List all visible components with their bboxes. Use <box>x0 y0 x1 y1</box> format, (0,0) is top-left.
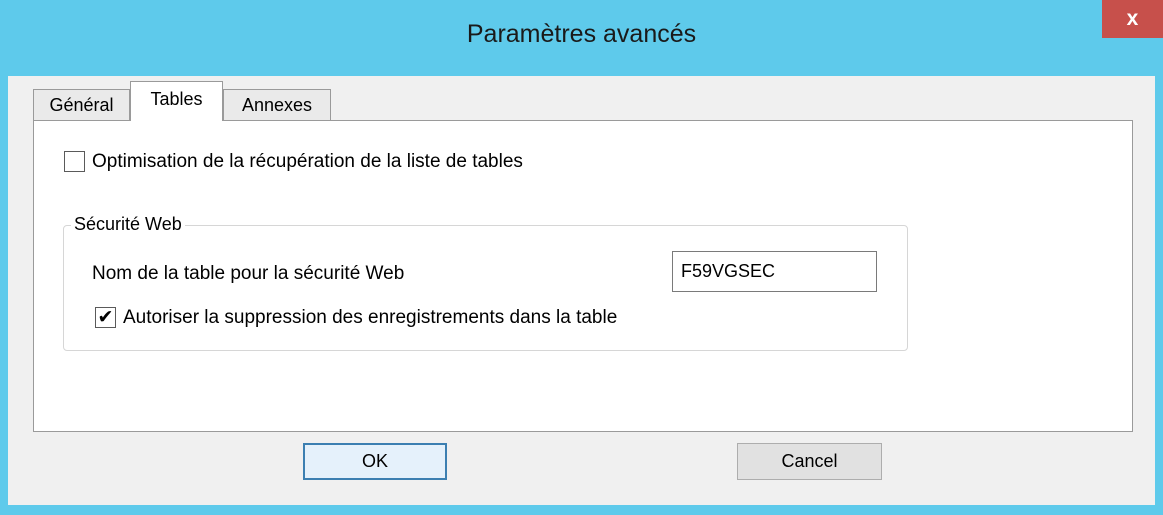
close-icon: x <box>1126 7 1139 30</box>
table-name-input[interactable]: F59VGSEC <box>672 251 877 292</box>
cancel-button[interactable]: Cancel <box>737 443 882 480</box>
tab-label: Annexes <box>241 95 313 115</box>
allow-delete-checkbox[interactable]: ✔ <box>95 307 116 328</box>
title-bar[interactable]: Paramètres avancés x <box>0 0 1163 76</box>
dialog-window: Paramètres avancés x Général Tables Anne… <box>0 0 1163 515</box>
dialog-client-area: Général Tables Annexes Optimisation de l… <box>8 76 1155 505</box>
checkmark-icon: ✔ <box>97 307 114 328</box>
tab-annexes[interactable]: Annexes <box>223 89 331 121</box>
tab-label: Tables <box>150 89 203 109</box>
optimize-checkbox-label[interactable]: Optimisation de la récupération de la li… <box>92 151 523 173</box>
table-name-label: Nom de la table pour la sécurité Web <box>92 263 405 284</box>
tab-general[interactable]: Général <box>33 89 130 121</box>
tab-tables[interactable]: Tables <box>130 81 223 121</box>
optimize-checkbox[interactable] <box>64 151 85 172</box>
window-title: Paramètres avancés <box>466 20 697 48</box>
tab-panel-tables: Optimisation de la récupération de la li… <box>33 120 1133 432</box>
groupbox-title: Sécurité Web <box>71 214 185 235</box>
allow-delete-checkbox-label[interactable]: Autoriser la suppression des enregistrem… <box>123 307 617 329</box>
tab-label: Général <box>49 95 114 115</box>
ok-button[interactable]: OK <box>303 443 447 480</box>
close-button[interactable]: x <box>1102 0 1163 38</box>
